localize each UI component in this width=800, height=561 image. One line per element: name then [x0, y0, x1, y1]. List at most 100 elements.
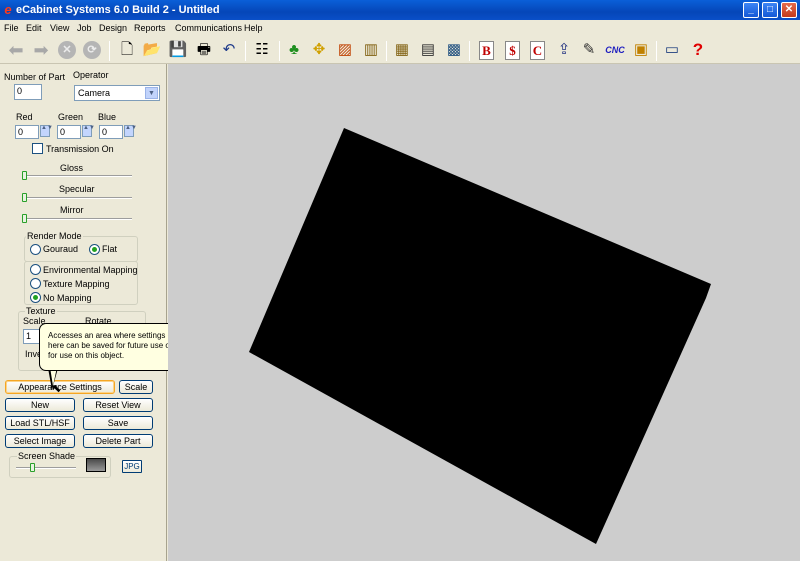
mirror-slider-track[interactable] [23, 218, 132, 220]
maximize-icon: □ [766, 4, 774, 15]
flat-radio[interactable] [89, 244, 100, 255]
list-icon[interactable]: ▤ [417, 39, 439, 61]
menu-communications[interactable]: Communications [175, 22, 242, 34]
save-disk-icon[interactable]: 💾 [167, 39, 189, 61]
red-spinner[interactable]: ▲▼ [40, 125, 53, 137]
undo-icon[interactable]: ↶ [218, 39, 240, 61]
menu-view[interactable]: View [50, 22, 69, 34]
gloss-slider-thumb[interactable] [22, 171, 27, 180]
scale-button[interactable]: Scale [119, 380, 153, 394]
reset-view-button[interactable]: Reset View [83, 398, 153, 412]
open-folder-icon[interactable]: 📂 [141, 39, 163, 61]
menu-job[interactable]: Job [77, 22, 92, 34]
mirror-slider-thumb[interactable] [22, 214, 27, 223]
transmission-checkbox[interactable] [32, 143, 43, 154]
environmental-mapping-radio[interactable] [30, 264, 41, 275]
menu-help[interactable]: Help [244, 22, 263, 34]
part-shape[interactable] [249, 128, 711, 544]
operator-select[interactable]: Camera ▼ [74, 85, 160, 101]
explode-icon[interactable]: ✥ [308, 39, 330, 61]
calculator-icon[interactable]: ▦ [391, 39, 413, 61]
minimize-icon: _ [748, 4, 754, 15]
pricing-icon[interactable]: $ [505, 41, 520, 60]
title-bar: e eCabinet Systems 6.0 Build 2 - Untitle… [0, 0, 800, 20]
render-mode-label: Render Mode [26, 231, 83, 242]
close-icon: ✕ [784, 4, 794, 15]
transmission-label: Transmission On [46, 144, 114, 154]
number-of-part-label: Number of Part [4, 72, 66, 82]
refresh-icon[interactable]: ⟳ [83, 41, 101, 59]
toolbar-separator [109, 41, 110, 61]
load-stl-button[interactable]: Load STL/HSF [5, 416, 75, 430]
minimize-button[interactable]: _ [743, 2, 759, 18]
upload-icon[interactable]: ⇪ [553, 39, 575, 61]
gloss-label: Gloss [60, 163, 84, 173]
specular-slider-thumb[interactable] [22, 193, 27, 202]
window-title: eCabinet Systems 6.0 Build 2 - Untitled [16, 4, 220, 16]
environmental-mapping-label: Environmental Mapping [43, 265, 138, 275]
maximize-button[interactable]: □ [762, 2, 778, 18]
appearance-panel: Number of Part 0 Operator Camera ▼ Red G… [0, 64, 167, 561]
specular-label: Specular [59, 184, 95, 194]
screen-shade-label: Screen Shade [17, 451, 77, 462]
delete-part-button[interactable]: Delete Part [83, 434, 153, 448]
red-label: Red [16, 112, 33, 122]
stop-icon[interactable]: ✕ [58, 41, 76, 59]
grid-icon[interactable]: ▩ [443, 39, 465, 61]
bill-of-materials-icon[interactable]: B [479, 41, 494, 60]
toolbar-separator [279, 41, 280, 61]
ecabinet-logo-icon[interactable]: e [2, 3, 14, 17]
mouse-cursor-icon: ⬉ [52, 383, 62, 395]
toolbar: ⬅ ➡ ✕ ⟳ 🗋 📂 💾 🖶 ↶ ☷ ♣ ✥ ▨ ▥ ▦ ▤ ▩ B $ C … [0, 36, 800, 64]
red-input[interactable]: 0 [15, 125, 39, 139]
menu-reports[interactable]: Reports [134, 22, 166, 34]
layout-icon[interactable]: ▣ [630, 39, 652, 61]
menu-edit[interactable]: Edit [26, 22, 42, 34]
menu-design[interactable]: Design [99, 22, 127, 34]
edit-sheet-icon[interactable]: ✎ [578, 39, 600, 61]
screen-shade-swatch[interactable] [86, 458, 106, 472]
gouraud-radio[interactable] [30, 244, 41, 255]
cnc-icon[interactable]: CNC [603, 39, 627, 61]
cutlist-icon[interactable]: C [530, 41, 545, 60]
no-mapping-radio[interactable] [30, 292, 41, 303]
toolbar-separator [469, 41, 470, 61]
green-input[interactable]: 0 [57, 125, 81, 139]
number-of-part-input[interactable]: 0 [14, 84, 42, 100]
specular-slider-track[interactable] [23, 197, 132, 199]
texture-mapping-label: Texture Mapping [43, 279, 110, 289]
gloss-slider-track[interactable] [23, 175, 132, 177]
3d-viewport[interactable] [168, 64, 800, 561]
help-icon[interactable]: ? [687, 39, 709, 61]
operator-value: Camera [78, 88, 111, 98]
select-image-button[interactable]: Select Image [5, 434, 75, 448]
flat-label: Flat [102, 244, 118, 254]
properties-icon[interactable]: ☷ [251, 39, 273, 61]
screen-shade-slider-track[interactable] [16, 467, 76, 469]
menu-bar: File Edit View Job Design Reports Commun… [0, 20, 800, 36]
toolbar-separator [386, 41, 387, 61]
blue-input[interactable]: 0 [99, 125, 123, 139]
operator-label: Operator [73, 70, 109, 80]
save-button[interactable]: Save [83, 416, 153, 430]
parts-icon[interactable]: ♣ [283, 39, 305, 61]
cabinet-icon[interactable]: ▥ [360, 39, 382, 61]
new-file-icon[interactable]: 🗋 [116, 39, 138, 61]
green-spinner[interactable]: ▲▼ [82, 125, 95, 137]
screen-shade-slider-thumb[interactable] [30, 463, 35, 472]
blue-label: Blue [98, 112, 117, 122]
chart-icon[interactable]: ▨ [334, 39, 356, 61]
print-icon[interactable]: 🖶 [193, 39, 215, 61]
close-button[interactable]: ✕ [781, 2, 797, 18]
panel-model[interactable] [168, 64, 800, 561]
menu-file[interactable]: File [4, 22, 19, 34]
blue-spinner[interactable]: ▲▼ [124, 125, 137, 137]
jpg-button[interactable]: JPG [122, 460, 142, 473]
texture-mapping-radio[interactable] [30, 278, 41, 289]
new-button[interactable]: New [5, 398, 75, 412]
toolbar-separator [656, 41, 657, 61]
back-arrow-icon[interactable]: ⬅ [5, 39, 27, 61]
film-icon[interactable]: ▭ [661, 39, 683, 61]
forward-arrow-icon[interactable]: ➡ [30, 39, 52, 61]
mirror-label: Mirror [60, 205, 84, 215]
